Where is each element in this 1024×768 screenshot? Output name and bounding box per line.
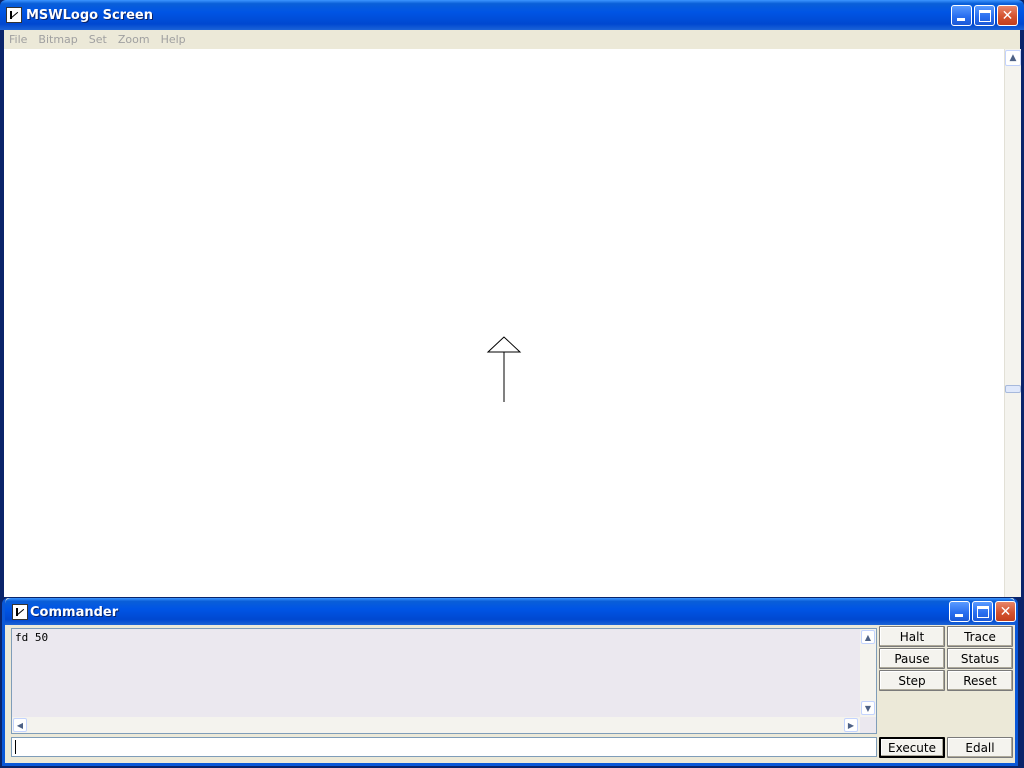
menu-bitmap[interactable]: Bitmap bbox=[33, 33, 83, 46]
command-history[interactable]: fd 50 ▲ ▼ ◀ ▶ bbox=[11, 628, 877, 734]
main-window: MSWLogo Screen ✕ File Bitmap Set Zoom He… bbox=[0, 0, 1024, 768]
logo-app-icon[interactable] bbox=[12, 604, 28, 620]
close-button[interactable]: ✕ bbox=[997, 5, 1018, 26]
drawing-canvas[interactable] bbox=[4, 49, 1004, 597]
menu-zoom[interactable]: Zoom bbox=[113, 33, 156, 46]
commander-window: Commander ✕ fd 50 ▲ ▼ ◀ ▶ Halt Trace Pau… bbox=[2, 598, 1018, 766]
history-vertical-scrollbar[interactable]: ▲ ▼ bbox=[860, 629, 876, 717]
scroll-down-icon[interactable]: ▼ bbox=[861, 701, 875, 715]
maximize-button[interactable] bbox=[974, 5, 995, 26]
minimize-icon bbox=[955, 614, 963, 617]
close-icon: ✕ bbox=[999, 603, 1012, 620]
turtle-head bbox=[486, 336, 522, 353]
step-button[interactable]: Step bbox=[879, 670, 945, 691]
reset-button[interactable]: Reset bbox=[947, 670, 1013, 691]
commander-title: Commander bbox=[30, 605, 119, 620]
minimize-button[interactable] bbox=[951, 5, 972, 26]
commander-close-button[interactable]: ✕ bbox=[995, 601, 1016, 622]
execute-button[interactable]: Execute bbox=[879, 737, 945, 758]
history-text: fd 50 bbox=[15, 631, 49, 644]
history-horizontal-scrollbar[interactable]: ◀ ▶ bbox=[12, 717, 860, 733]
scroll-up-icon[interactable]: ▲ bbox=[1005, 50, 1021, 66]
close-icon: ✕ bbox=[1001, 7, 1014, 24]
logo-app-icon[interactable] bbox=[6, 7, 22, 23]
edall-button[interactable]: Edall bbox=[947, 737, 1013, 758]
status-button[interactable]: Status bbox=[947, 648, 1013, 669]
halt-button[interactable]: Halt bbox=[879, 626, 945, 647]
turtle-arrow-icon bbox=[486, 336, 522, 402]
minimize-icon bbox=[957, 18, 965, 21]
commander-minimize-button[interactable] bbox=[949, 601, 970, 622]
maximize-icon bbox=[977, 606, 989, 618]
menu-help[interactable]: Help bbox=[156, 33, 192, 46]
trace-button[interactable]: Trace bbox=[947, 626, 1013, 647]
menu-file[interactable]: File bbox=[4, 33, 33, 46]
commander-maximize-button[interactable] bbox=[972, 601, 993, 622]
pause-button[interactable]: Pause bbox=[879, 648, 945, 669]
scroll-up-icon[interactable]: ▲ bbox=[861, 630, 875, 644]
text-caret bbox=[15, 740, 16, 754]
canvas-vertical-scrollbar[interactable]: ▲ bbox=[1004, 49, 1021, 597]
commander-title-bar[interactable]: Commander ✕ bbox=[5, 598, 1016, 625]
command-input[interactable] bbox=[11, 737, 877, 757]
scroll-thumb[interactable] bbox=[1005, 385, 1021, 393]
menu-set[interactable]: Set bbox=[84, 33, 113, 46]
window-title: MSWLogo Screen bbox=[26, 8, 153, 23]
main-title-bar[interactable]: MSWLogo Screen ✕ bbox=[0, 0, 1024, 30]
maximize-icon bbox=[979, 10, 991, 22]
scroll-right-icon[interactable]: ▶ bbox=[844, 718, 858, 732]
scroll-left-icon[interactable]: ◀ bbox=[13, 718, 27, 732]
menu-bar: File Bitmap Set Zoom Help bbox=[4, 30, 1020, 49]
